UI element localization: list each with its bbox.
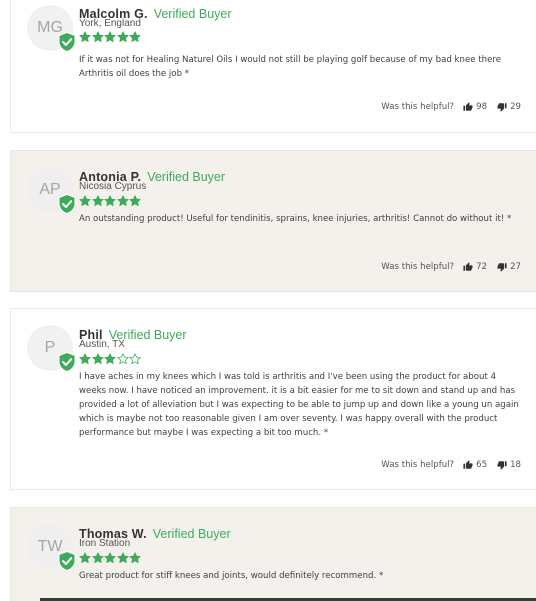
verified-shield-icon xyxy=(58,352,76,372)
star-filled-icon xyxy=(116,195,129,207)
star-filled-icon xyxy=(104,195,116,207)
star-rating xyxy=(79,31,141,43)
star-filled-icon xyxy=(79,353,91,365)
thumbs-up-icon[interactable] xyxy=(463,102,473,112)
review-text: An outstanding product! Useful for tendi… xyxy=(79,214,512,224)
verified-shield-icon xyxy=(58,32,76,52)
reviewer-location: Nicosia Cyprus xyxy=(79,181,147,192)
review-card: P Phil Verified Buyer Austin, TX I have a… xyxy=(10,308,536,490)
star-filled-icon xyxy=(129,195,141,207)
star-filled-icon xyxy=(116,552,129,564)
thumbs-down-icon[interactable] xyxy=(497,262,507,272)
thumbs-up-icon[interactable] xyxy=(463,460,473,470)
verified-buyer-label: Verified Buyer xyxy=(152,527,231,541)
star-filled-icon xyxy=(79,552,91,564)
star-filled-icon xyxy=(104,31,116,43)
reviewer-location: Iron Station xyxy=(79,538,131,549)
star-empty-icon xyxy=(129,353,141,365)
reviewer-location: York, England xyxy=(79,18,141,29)
star-filled-icon xyxy=(79,195,91,207)
review-text: If it was not for Healing Naturel Oils I… xyxy=(79,55,501,79)
star-filled-icon xyxy=(104,552,116,564)
star-filled-icon xyxy=(91,353,104,365)
star-rating xyxy=(79,353,141,365)
star-rating xyxy=(79,195,141,207)
review-text: I have aches in my knees which I was tol… xyxy=(79,372,519,438)
verified-buyer-label: Verified Buyer xyxy=(153,7,232,21)
star-filled-icon xyxy=(91,552,104,564)
star-empty-icon xyxy=(116,353,129,365)
downvote-count: 29 xyxy=(510,102,521,112)
verified-shield-icon xyxy=(58,551,76,571)
thumbs-down-icon[interactable] xyxy=(497,102,507,112)
star-filled-icon xyxy=(79,31,91,43)
helpful-question: Was this helpful? xyxy=(381,102,455,112)
helpful-row: Was this helpful? 65 18 xyxy=(381,458,521,472)
review-card: TW Thomas W. Verified Buyer Iron Station … xyxy=(10,507,536,601)
star-rating xyxy=(79,552,141,564)
star-filled-icon xyxy=(129,31,141,43)
helpful-question: Was this helpful? xyxy=(381,262,455,272)
downvote-count: 18 xyxy=(510,460,521,470)
reviewer-location: Austin, TX xyxy=(79,339,125,350)
helpful-row: Was this helpful? 72 27 xyxy=(381,260,521,274)
thumbs-up-icon[interactable] xyxy=(463,262,473,272)
star-filled-icon xyxy=(129,552,141,564)
star-filled-icon xyxy=(91,195,104,207)
downvote-count: 27 xyxy=(510,262,521,272)
review-card: AP Antonia P. Verified Buyer Nicosia Cypr… xyxy=(10,150,536,292)
helpful-question: Was this helpful? xyxy=(381,460,455,470)
review-text: Great product for stiff knees and joints… xyxy=(79,571,384,581)
star-filled-icon xyxy=(91,31,104,43)
star-filled-icon xyxy=(104,353,116,365)
helpful-row: Was this helpful? 98 29 xyxy=(381,100,521,114)
verified-shield-icon xyxy=(58,194,76,214)
upvote-count: 72 xyxy=(476,262,488,272)
upvote-count: 98 xyxy=(476,102,488,112)
review-card: MG Malcolm G. Verified Buyer York, Englan… xyxy=(10,0,536,133)
thumbs-down-icon[interactable] xyxy=(497,460,507,470)
verified-buyer-label: Verified Buyer xyxy=(147,170,226,184)
upvote-count: 65 xyxy=(476,460,488,470)
star-filled-icon xyxy=(116,31,129,43)
